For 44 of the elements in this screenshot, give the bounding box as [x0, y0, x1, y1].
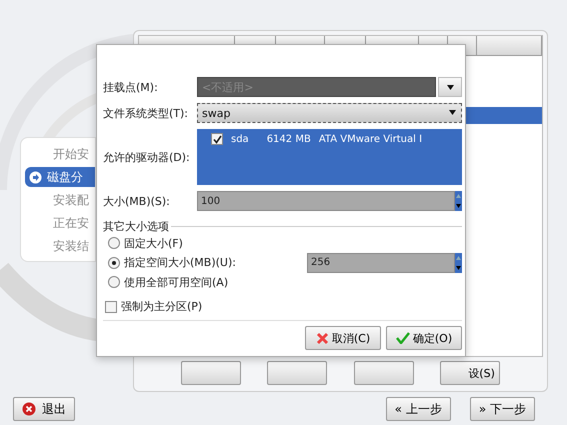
back-button[interactable]: « 上一步 [386, 397, 451, 421]
panel-button[interactable] [267, 361, 328, 385]
panel-button[interactable] [354, 361, 414, 385]
step-item: 正在安 [52, 214, 90, 232]
radio-button[interactable] [108, 276, 120, 288]
option-label: 使用全部可用空间(A) [124, 274, 228, 290]
close-icon [316, 332, 329, 345]
spin-buttons[interactable] [455, 191, 462, 211]
field-label: 挂载点(M): [103, 80, 159, 94]
column-header[interactable] [477, 36, 542, 56]
check-icon [396, 332, 410, 344]
spin-buttons[interactable] [455, 252, 462, 273]
size-field[interactable]: 256 [307, 252, 455, 273]
step-item: 安装配 [52, 192, 90, 208]
caret-icon [449, 110, 456, 115]
field-label: 大小(MB)(S): [103, 194, 171, 208]
checkbox[interactable] [211, 133, 223, 145]
cancel-button[interactable]: 取消(C) [305, 326, 381, 350]
arrow-circle-icon [29, 170, 42, 184]
option-label: 指定空间大小(MB)(U): [124, 255, 236, 270]
caret-icon [446, 84, 454, 90]
option-label: 固定大小(F) [124, 236, 183, 251]
panel-button[interactable] [181, 361, 242, 385]
filesystem-dropdown[interactable]: swap [197, 103, 462, 123]
radio-button[interactable] [108, 237, 120, 250]
step-item: 磁盘分 [25, 167, 95, 187]
group-title: 其它大小选项 [103, 219, 169, 234]
field-label: 允许的驱动器(D): [103, 150, 191, 164]
step-item: 安装结 [52, 238, 90, 254]
panel-button[interactable]: 设(S) [440, 361, 500, 385]
checkbox[interactable] [105, 300, 117, 313]
size-field[interactable]: 100 [197, 191, 455, 211]
step-item: 开始安 [52, 146, 90, 162]
next-button[interactable]: » 下一步 [470, 397, 535, 421]
option-label: 强制为主分区(P) [121, 299, 202, 314]
drive-model: ATA VMware Virtual I [318, 134, 422, 144]
quit-button[interactable]: 退出 [13, 397, 75, 421]
field-label: 文件系统类型(T): [103, 106, 190, 120]
radio-button[interactable] [108, 256, 120, 269]
drive-size: 6142 MB [266, 134, 311, 144]
close-icon [22, 402, 36, 416]
drive-name: sda [231, 134, 249, 144]
ok-button[interactable]: 确定(O) [386, 326, 462, 350]
dropdown-button[interactable] [438, 77, 462, 97]
